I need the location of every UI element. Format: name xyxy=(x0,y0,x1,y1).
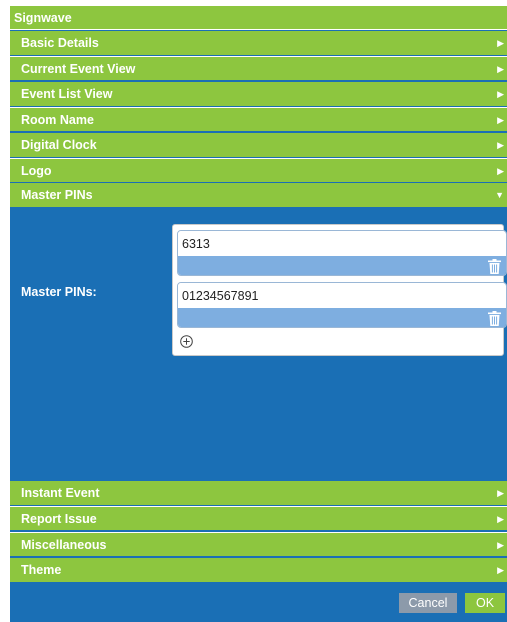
section-label: Event List View xyxy=(21,87,113,101)
pin-entry xyxy=(177,230,507,276)
section-theme[interactable]: Theme ▶ xyxy=(10,558,507,582)
section-report-issue[interactable]: Report Issue ▶ xyxy=(10,506,507,530)
dialog-footer: Cancel OK xyxy=(10,583,507,622)
trash-icon[interactable] xyxy=(488,311,501,326)
expand-arrow-icon: ▶ xyxy=(497,488,504,498)
section-label: Report Issue xyxy=(21,512,97,526)
section-label: Room Name xyxy=(21,113,94,127)
section-logo[interactable]: Logo ▶ xyxy=(10,158,507,182)
section-label: Digital Clock xyxy=(21,138,97,152)
section-event-list-view[interactable]: Event List View ▶ xyxy=(10,82,507,106)
expand-arrow-icon: ▶ xyxy=(497,115,504,125)
expand-arrow-icon: ▶ xyxy=(497,540,504,550)
expand-arrow-icon: ▶ xyxy=(497,38,504,48)
window-title: Signwave xyxy=(10,6,507,30)
expand-arrow-icon: ▶ xyxy=(497,64,504,74)
pin-action-bar xyxy=(178,308,506,327)
section-digital-clock[interactable]: Digital Clock ▶ xyxy=(10,133,507,157)
expand-arrow-icon: ▶ xyxy=(497,89,504,99)
section-label: Master PINs xyxy=(21,188,93,202)
section-label: Theme xyxy=(21,563,62,577)
section-label: Basic Details xyxy=(21,36,99,50)
section-instant-event[interactable]: Instant Event ▶ xyxy=(10,481,507,505)
expand-arrow-icon: ▶ xyxy=(497,166,504,176)
section-basic-details[interactable]: Basic Details ▶ xyxy=(10,31,507,55)
cancel-button[interactable]: Cancel xyxy=(399,593,457,613)
section-miscellaneous[interactable]: Miscellaneous ▶ xyxy=(10,532,507,556)
settings-dialog: Signwave Basic Details ▶ Current Event V… xyxy=(10,6,507,622)
pin-entry xyxy=(177,282,507,328)
pin-action-bar xyxy=(178,256,506,275)
section-label: Current Event View xyxy=(21,62,136,76)
section-room-name[interactable]: Room Name ▶ xyxy=(10,107,507,131)
trash-icon[interactable] xyxy=(488,259,501,274)
collapse-arrow-icon: ▼ xyxy=(495,190,504,200)
pin-input[interactable] xyxy=(178,231,506,256)
expand-arrow-icon: ▶ xyxy=(497,514,504,524)
expand-arrow-icon: ▶ xyxy=(497,140,504,150)
section-label: Instant Event xyxy=(21,486,100,500)
pin-input[interactable] xyxy=(178,283,506,308)
master-pins-list xyxy=(172,224,507,356)
master-pins-panel: Master PINs: xyxy=(10,208,507,481)
section-label: Logo xyxy=(21,164,52,178)
add-circle-icon[interactable] xyxy=(180,335,193,348)
expand-arrow-icon: ▶ xyxy=(497,565,504,575)
section-current-event-view[interactable]: Current Event View ▶ xyxy=(10,56,507,80)
section-label: Miscellaneous xyxy=(21,538,107,552)
section-master-pins[interactable]: Master PINs ▼ xyxy=(10,183,507,207)
master-pins-label: Master PINs: xyxy=(21,285,97,299)
ok-button[interactable]: OK xyxy=(465,593,505,613)
